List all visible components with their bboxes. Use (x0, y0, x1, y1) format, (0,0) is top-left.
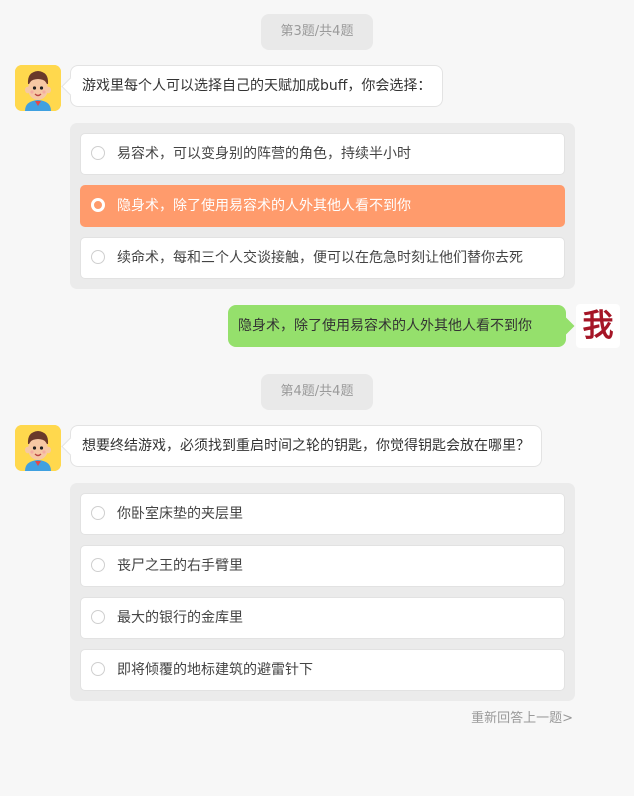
radio-button-checked[interactable] (91, 198, 105, 212)
cartoon-boy-icon (15, 65, 61, 111)
radio-button[interactable] (91, 506, 105, 520)
answer-option-selected[interactable]: 隐身术，除了使用易容术的人外其他人看不到你 (80, 185, 565, 227)
host-avatar (15, 425, 61, 471)
radio-button[interactable] (91, 558, 105, 572)
answer-option-label: 你卧室床垫的夹层里 (117, 506, 243, 522)
question-progress-badge: 第4题/共4题 (261, 374, 373, 410)
user-answer-bubble: 隐身术，除了使用易容术的人外其他人看不到你 (228, 305, 566, 347)
radio-button[interactable] (91, 662, 105, 676)
question-bubble: 游戏里每个人可以选择自己的天赋加成buff，你会选择： (70, 65, 444, 107)
answer-option-label: 即将倾覆的地标建筑的避雷针下 (117, 662, 313, 678)
answer-option-label: 隐身术，除了使用易容术的人外其他人看不到你 (117, 198, 411, 214)
question-progress-badge: 第3题/共4题 (261, 14, 373, 50)
answer-option[interactable]: 即将倾覆的地标建筑的避雷针下 (80, 649, 565, 691)
question-bubble: 想要终结游戏，必须找到重启时间之轮的钥匙，你觉得钥匙会放在哪里？ (70, 425, 542, 467)
host-avatar (15, 65, 61, 111)
radio-button[interactable] (91, 250, 105, 264)
answer-options-panel: 你卧室床垫的夹层里 丧尸之王的右手臂里 最大的银行的金库里 即将倾覆的地标建筑的… (70, 483, 575, 701)
answer-option[interactable]: 最大的银行的金库里 (80, 597, 565, 639)
redo-previous-question-link[interactable]: 重新回答上一题> (471, 707, 573, 726)
answer-option[interactable]: 丧尸之王的右手臂里 (80, 545, 565, 587)
answer-option[interactable]: 你卧室床垫的夹层里 (80, 493, 565, 535)
answer-option[interactable]: 易容术，可以变身别的阵营的角色，持续半小时 (80, 133, 565, 175)
cartoon-boy-icon (15, 425, 61, 471)
user-avatar: 我 (576, 304, 620, 348)
answer-options-panel: 易容术，可以变身别的阵营的角色，持续半小时 隐身术，除了使用易容术的人外其他人看… (70, 123, 575, 289)
answer-option-label: 丧尸之王的右手臂里 (117, 558, 243, 574)
answer-option[interactable]: 续命术，每和三个人交谈接触，便可以在危急时刻让他们替你去死 (80, 237, 565, 279)
answer-option-label: 易容术，可以变身别的阵营的角色，持续半小时 (117, 146, 411, 162)
answer-option-label: 续命术，每和三个人交谈接触，便可以在危急时刻让他们替你去死 (117, 250, 523, 266)
radio-button[interactable] (91, 610, 105, 624)
answer-option-label: 最大的银行的金库里 (117, 610, 243, 626)
radio-button[interactable] (91, 146, 105, 160)
